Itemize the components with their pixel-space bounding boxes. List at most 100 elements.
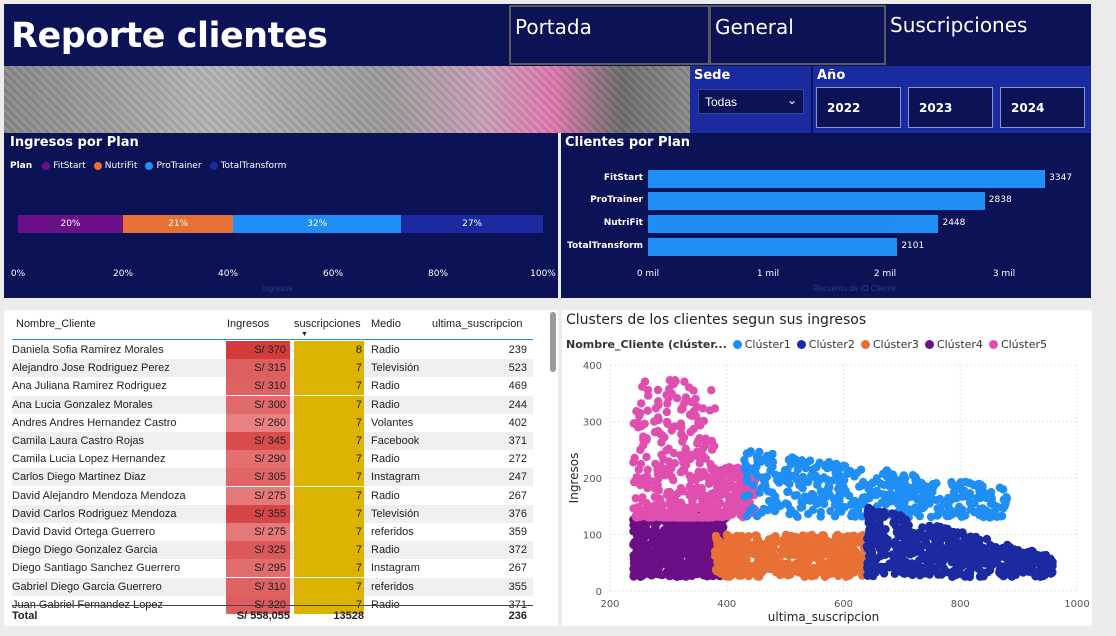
hbar-category-label: NutriFit [603, 218, 643, 228]
scatter-point-clúster2 [986, 540, 995, 550]
table-row[interactable]: David Alejandro Mendoza Mendoza S/ 275 7 Ra… [12, 486, 533, 505]
scatter-point-clúster1 [792, 491, 801, 500]
scatter-point-clúster5 [665, 497, 674, 507]
scatter-point-clúster3 [726, 556, 735, 566]
cell-ultima-suscripcion: 469 [508, 380, 527, 393]
cell-ingresos: S/ 370 [226, 341, 290, 359]
scatter-point-clúster2 [1011, 570, 1020, 579]
table-row[interactable]: David Carlos Rodriguez Mendoza S/ 355 7 Tel… [12, 504, 533, 523]
col-header-medio[interactable]: Medio [371, 318, 401, 330]
scatter-point-clúster3 [829, 557, 838, 567]
cell-ingresos: S/ 310 [226, 577, 290, 596]
scatter-point-clúster5 [654, 415, 663, 425]
col-header-ultima-suscripcion[interactable]: ultima_suscripcion [432, 318, 522, 330]
scatter-point-clúster1 [807, 471, 816, 480]
nav-general-button[interactable]: General [709, 5, 886, 65]
legend-label: NutriFit [104, 161, 138, 171]
x-tick-label: 600 [834, 599, 853, 610]
scatter-point-clúster5 [733, 485, 742, 494]
scatter-point-clúster2 [909, 544, 919, 554]
legend-dot [209, 162, 218, 170]
col-header-suscripciones[interactable]: suscripciones [294, 318, 361, 330]
cell-nombre: Daniela Sofia Ramirez Morales [12, 344, 164, 356]
scatter-point-clúster3 [848, 543, 858, 552]
legend-item-fitstart[interactable]: FitStart [42, 161, 86, 171]
stack-segment-totaltransform[interactable]: 27% [401, 215, 543, 233]
scatter-point-clúster4 [698, 532, 707, 542]
hbar-nutrifit[interactable] [648, 215, 939, 233]
scatter-point-clúster1 [846, 467, 855, 476]
scatter-point-clúster2 [995, 565, 1005, 574]
table-scrollbar[interactable] [550, 312, 556, 372]
col-header-nombre[interactable]: Nombre_Cliente [16, 318, 95, 330]
scatter-point-clúster5 [692, 512, 701, 521]
scatter-point-clúster2 [982, 557, 991, 566]
stack-segment-protrainer[interactable]: 32% [233, 215, 402, 233]
scatter-point-clúster4 [666, 535, 676, 545]
scatter-point-clúster1 [904, 492, 913, 502]
scatter-point-clúster5 [669, 448, 678, 458]
hbar-fitstart[interactable] [648, 170, 1046, 188]
table-row[interactable]: Gabriel Diego Garcia Guerrero S/ 310 7 refe… [12, 577, 533, 596]
table-row[interactable]: Daniela Sofia Ramirez Morales S/ 370 8 Radi… [12, 341, 533, 359]
scatter-point-clúster2 [907, 531, 917, 540]
scatter-point-clúster3 [764, 535, 774, 544]
nav-portada-button[interactable]: Portada [509, 5, 710, 65]
scatter-point-clúster5 [662, 446, 671, 455]
scatter-point-clúster5 [696, 473, 705, 482]
sede-dropdown[interactable]: Todas ⌄ [698, 89, 804, 114]
table-row[interactable]: Alejandro Jose Rodriguez Perez S/ 315 7 Tel… [12, 359, 533, 378]
cell-nombre: Camila Lucia Lopez Hernandez [12, 453, 166, 466]
legend-item-totaltransform[interactable]: TotalTransform [209, 161, 286, 171]
cell-ingresos: S/ 310 [226, 377, 290, 396]
x-tick-label: 1000 [1064, 599, 1089, 610]
table-row[interactable]: Andres Andres Hernandez Castro S/ 260 7 Vol… [12, 413, 533, 432]
cell-ingresos: S/ 260 [226, 413, 290, 432]
scatter-point-clúster2 [1002, 554, 1011, 563]
scatter-point-clúster3 [833, 534, 842, 543]
table-row[interactable]: David David Ortega Guerrero S/ 275 7 referi… [12, 523, 533, 541]
cell-medio: referidos [371, 580, 414, 593]
total-ingresos: S/ 558,055 [236, 610, 290, 622]
scatter-point-clúster1 [816, 512, 825, 521]
legend-item-nutrifit[interactable]: NutriFit [93, 161, 138, 171]
year-2023-button[interactable]: 2023 [908, 87, 993, 128]
table-row[interactable]: Diego Santiago Sanchez Guerrero S/ 295 7 In… [12, 559, 533, 578]
hbar-value-label: 2448 [942, 218, 966, 228]
hbar-protrainer[interactable] [648, 192, 985, 210]
sort-desc-icon: ▼ [301, 331, 308, 338]
col-header-ingresos[interactable]: Ingresos [227, 318, 269, 330]
legend-title: Plan [10, 161, 33, 171]
scatter-point-clúster1 [756, 457, 766, 466]
table-row[interactable]: Camila Lucia Lopez Hernandez S/ 290 7 Radio… [12, 450, 533, 469]
hbar-totaltransform[interactable] [648, 238, 898, 256]
scatter-point-clúster1 [744, 490, 753, 500]
stack-segment-nutrifit[interactable]: 21% [123, 215, 234, 233]
table-row[interactable]: Ana Juliana Ramirez Rodriguez S/ 310 7 Radi… [12, 377, 533, 396]
scatter-point-clúster3 [849, 531, 859, 540]
scatter-plot-area[interactable]: 200 400 600 800 1000 0 100 200 300 400 ultima_susc… [562, 310, 1092, 626]
cell-medio: Facebook [371, 435, 420, 447]
table-row[interactable]: Carlos Diego Martinez Diaz S/ 305 7 Instagr… [12, 468, 533, 487]
year-2024-button[interactable]: 2024 [1000, 87, 1085, 128]
scatter-point-clúster5 [687, 411, 696, 420]
legend-item-protrainer[interactable]: ProTrainer [145, 161, 202, 171]
clientes-chart-title: Clientes por Plan [565, 135, 691, 150]
stack-segment-fitstart[interactable]: 20% [18, 215, 123, 233]
scatter-point-clúster2 [925, 545, 935, 554]
scatter-point-clúster2 [880, 511, 890, 520]
scatter-point-clúster5 [699, 443, 708, 453]
x-tick: 3 mil [992, 269, 1016, 279]
x-axis-title: Ingresos [262, 284, 293, 293]
cell-medio: Instagram [371, 471, 420, 484]
hbar-value-label: 3347 [1049, 173, 1073, 183]
year-2022-button[interactable]: 2022 [816, 87, 901, 128]
cell-ingresos: S/ 275 [226, 523, 290, 541]
nav-suscripciones-button[interactable]: Suscripciones [886, 5, 1086, 65]
scatter-point-clúster2 [872, 509, 881, 518]
table-row[interactable]: Camila Laura Castro Rojas S/ 345 7 Facebook… [12, 432, 533, 450]
scatter-point-clúster3 [776, 562, 785, 571]
table-row[interactable]: Diego Diego Gonzalez Garcia S/ 325 7 Radio 3… [12, 541, 533, 560]
cell-nombre: Carlos Diego Martinez Diaz [12, 471, 146, 484]
table-row[interactable]: Ana Lucia Gonzalez Morales S/ 300 7 Radio 24… [12, 395, 533, 414]
